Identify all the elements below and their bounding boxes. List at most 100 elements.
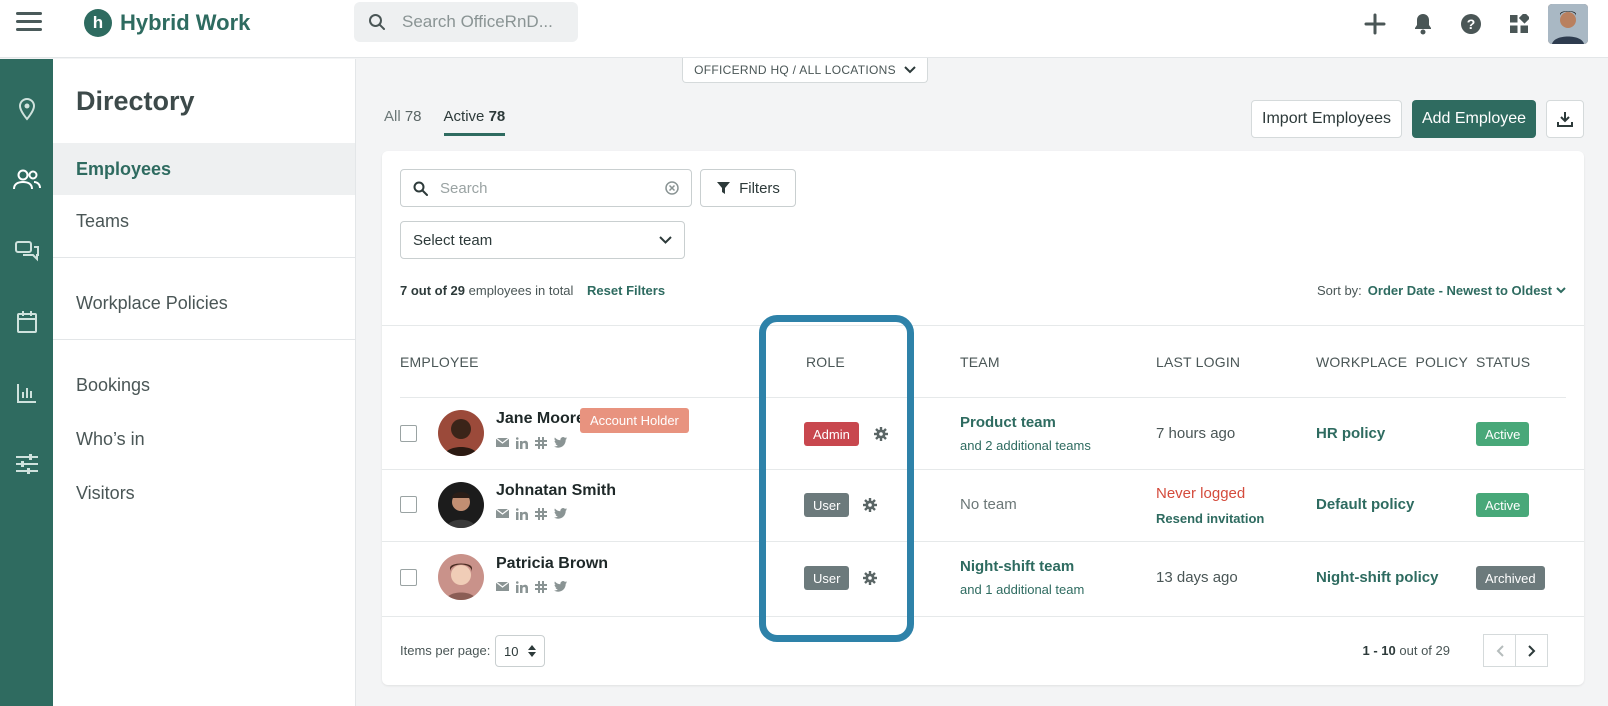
sort-dropdown[interactable]: Order Date - Newest to Oldest xyxy=(1368,283,1552,298)
plus-icon[interactable] xyxy=(1360,6,1390,42)
table-row: Patricia Brown User Night-shift team and… xyxy=(382,542,1584,615)
download-icon xyxy=(1557,112,1573,127)
sidebar-item-visitors[interactable]: Visitors xyxy=(53,467,355,519)
location-icon[interactable] xyxy=(0,89,53,129)
chevron-left-icon xyxy=(1496,644,1504,657)
user-avatar[interactable] xyxy=(1548,4,1588,44)
linkedin-icon[interactable] xyxy=(516,508,528,520)
page-range: 1 - 10 out of 29 xyxy=(1363,643,1450,658)
column-header-workplace-policy: WORKPLACE POLICY xyxy=(1316,354,1468,370)
chat-icon[interactable] xyxy=(0,231,53,271)
twitter-icon[interactable] xyxy=(554,437,567,449)
sidebar-item-employees[interactable]: Employees xyxy=(53,143,355,195)
app-logo[interactable]: h Hybrid Work xyxy=(84,9,250,37)
policy-link[interactable]: Default policy xyxy=(1316,496,1414,513)
team-select[interactable]: Select team xyxy=(400,221,685,259)
team-none: No team xyxy=(960,496,1017,513)
employee-name[interactable]: Jane Moore xyxy=(496,410,585,428)
employee-search-placeholder: Search xyxy=(440,179,488,197)
resend-invitation-link[interactable]: Resend invitation xyxy=(1156,511,1264,526)
chevron-down-icon[interactable] xyxy=(1556,287,1566,294)
tab-active-count: 78 xyxy=(488,108,506,125)
email-icon[interactable] xyxy=(496,508,509,520)
last-login: 7 hours ago xyxy=(1156,425,1236,442)
tab-all-label: All xyxy=(384,108,401,125)
gear-icon[interactable] xyxy=(863,498,877,512)
employee-name[interactable]: Johnatan Smith xyxy=(496,482,616,500)
location-selector[interactable]: OFFICERND HQ / ALL LOCATIONS xyxy=(682,58,928,83)
policy-link[interactable]: HR policy xyxy=(1316,425,1385,442)
slack-icon[interactable] xyxy=(535,581,547,593)
status-tabs: All 78 Active 78 xyxy=(384,108,527,136)
slack-icon[interactable] xyxy=(535,437,547,449)
next-page-button[interactable] xyxy=(1515,634,1548,667)
items-per-page-select[interactable]: 10 xyxy=(495,635,545,667)
menu-icon[interactable] xyxy=(16,12,42,34)
add-employee-button[interactable]: Add Employee xyxy=(1412,100,1536,138)
analytics-icon[interactable] xyxy=(0,373,53,413)
linkedin-icon[interactable] xyxy=(516,581,528,593)
prev-page-button[interactable] xyxy=(1483,634,1516,667)
column-header-status: STATUS xyxy=(1476,354,1531,370)
search-icon xyxy=(369,14,385,30)
apps-icon[interactable] xyxy=(1504,6,1534,42)
icon-rail xyxy=(0,59,53,706)
sidebar-divider xyxy=(53,257,355,258)
sidebar-item-teams[interactable]: Teams xyxy=(53,195,355,247)
help-icon[interactable]: ? xyxy=(1456,6,1486,42)
table-divider xyxy=(382,325,1584,326)
team-select-value: Select team xyxy=(413,231,493,249)
team-link[interactable]: Product team xyxy=(960,414,1056,431)
twitter-icon[interactable] xyxy=(554,581,567,593)
global-search-input[interactable]: Search OfficeRnD... xyxy=(354,2,578,42)
import-employees-button[interactable]: Import Employees xyxy=(1251,100,1402,138)
employee-avatar xyxy=(438,410,484,456)
page-range-value: 1 - 10 xyxy=(1362,643,1396,658)
filters-label: Filters xyxy=(739,179,780,197)
tab-active[interactable]: Active 78 xyxy=(443,108,506,136)
policy-link[interactable]: Night-shift policy xyxy=(1316,569,1439,586)
row-checkbox[interactable] xyxy=(400,425,417,442)
row-checkbox[interactable] xyxy=(400,496,417,513)
clear-icon[interactable] xyxy=(665,181,679,195)
sidebar-item-whos-in[interactable]: Who’s in xyxy=(53,413,355,465)
sidebar-item-workplace-policies[interactable]: Workplace Policies xyxy=(53,277,355,329)
items-per-page-value: 10 xyxy=(504,643,519,659)
gear-icon[interactable] xyxy=(863,571,877,585)
sidebar-title: Directory xyxy=(76,86,195,116)
last-login: 13 days ago xyxy=(1156,569,1238,586)
logo-mark-icon: h xyxy=(84,9,112,37)
calendar-icon[interactable] xyxy=(0,302,53,342)
sidebar-divider xyxy=(53,339,355,340)
role-badge: Admin xyxy=(804,422,859,446)
additional-teams-link[interactable]: and 2 additional teams xyxy=(960,438,1091,453)
linkedin-icon[interactable] xyxy=(516,437,528,449)
employee-search-input[interactable]: Search xyxy=(400,169,692,207)
tab-all[interactable]: All 78 xyxy=(384,108,422,136)
location-label: OFFICERND HQ / ALL LOCATIONS xyxy=(694,63,896,77)
employee-name[interactable]: Patricia Brown xyxy=(496,555,608,573)
filters-button[interactable]: Filters xyxy=(700,169,796,207)
team-link[interactable]: Night-shift team xyxy=(960,558,1074,575)
gear-icon[interactable] xyxy=(874,427,888,441)
download-button[interactable] xyxy=(1546,100,1584,138)
email-icon[interactable] xyxy=(496,581,509,593)
results-count-text: employees in total xyxy=(468,283,574,298)
top-bar: h Hybrid Work Search OfficeRnD... ? xyxy=(0,0,1608,58)
people-icon[interactable] xyxy=(0,160,53,200)
slack-icon[interactable] xyxy=(535,508,547,520)
status-badge: Active xyxy=(1476,422,1530,446)
row-checkbox[interactable] xyxy=(400,569,417,586)
employee-avatar xyxy=(438,482,484,528)
email-icon[interactable] xyxy=(496,437,509,449)
additional-teams-link[interactable]: and 1 additional team xyxy=(960,582,1084,597)
page-total: out of 29 xyxy=(1399,643,1450,658)
search-icon xyxy=(413,181,428,196)
settings-sliders-icon[interactable] xyxy=(0,444,53,484)
tab-all-count: 78 xyxy=(404,108,422,125)
column-header-employee: EMPLOYEE xyxy=(400,354,479,370)
reset-filters-link[interactable]: Reset Filters xyxy=(587,283,665,298)
sidebar-item-bookings[interactable]: Bookings xyxy=(53,359,355,411)
bell-icon[interactable] xyxy=(1408,6,1438,42)
twitter-icon[interactable] xyxy=(554,508,567,520)
